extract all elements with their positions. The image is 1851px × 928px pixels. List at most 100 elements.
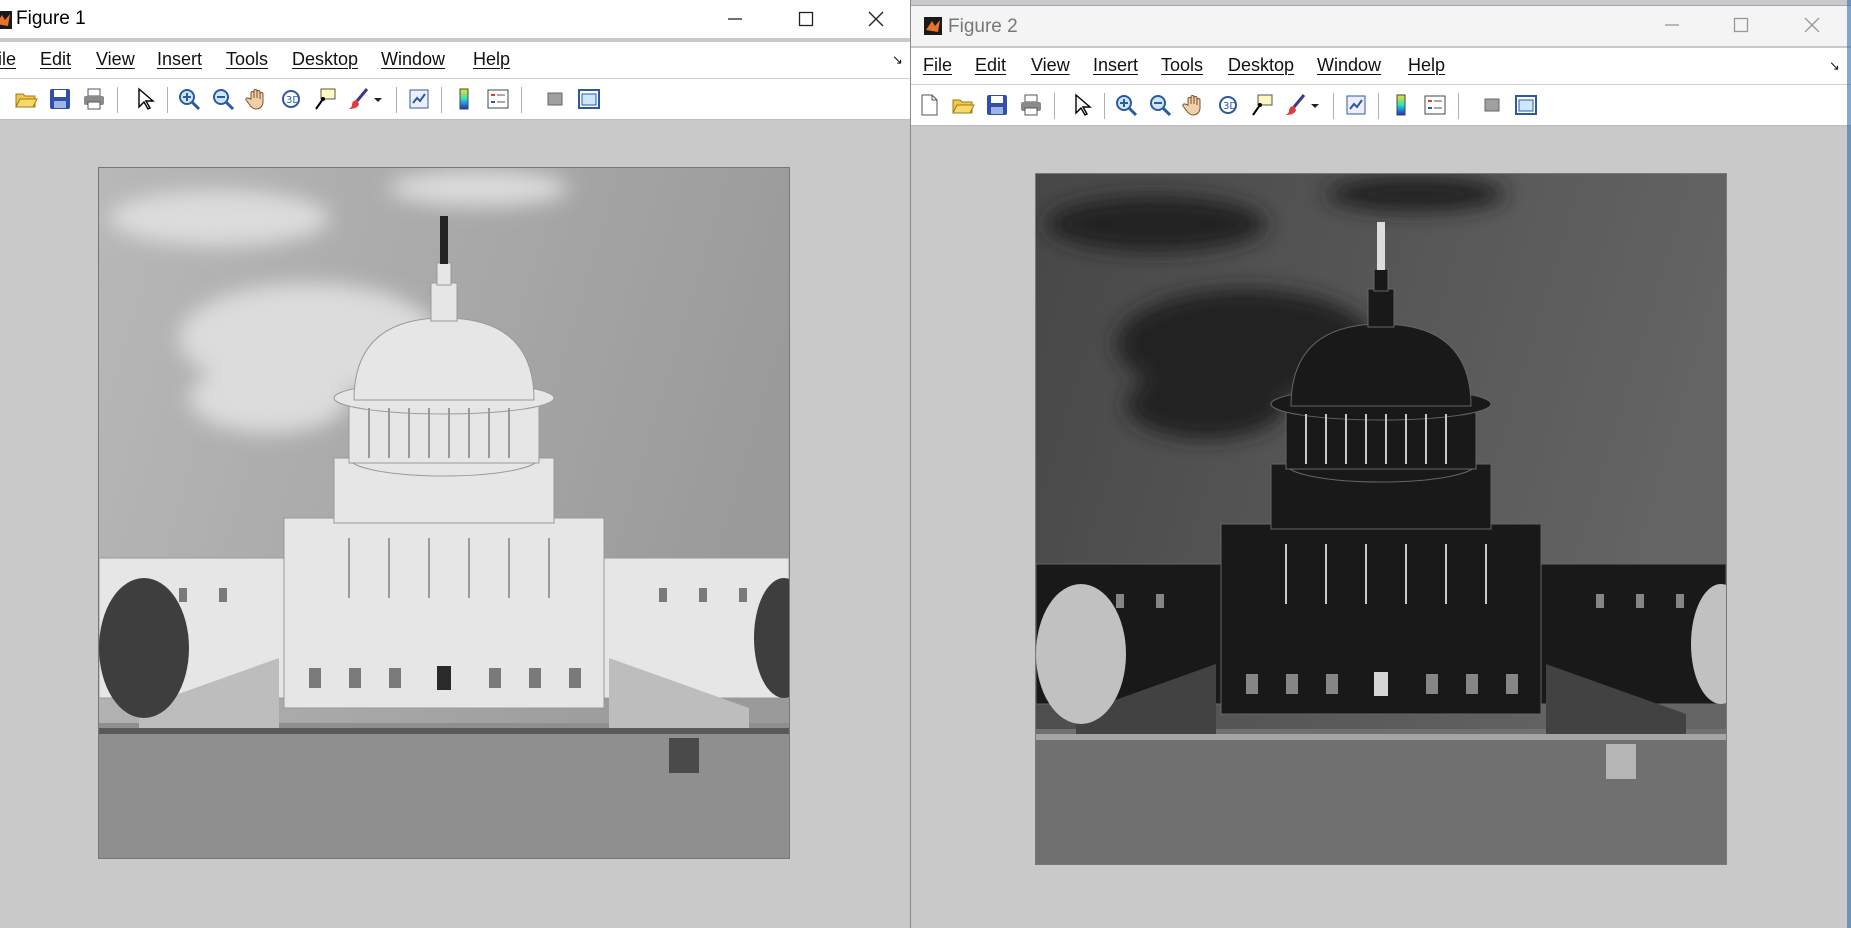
show-tools-icon xyxy=(578,89,600,109)
brush-dropdown[interactable] xyxy=(371,85,385,113)
toolbar-separator xyxy=(1458,93,1459,119)
figure-toolbar: 3D xyxy=(911,85,1851,126)
toolbar-separator xyxy=(117,87,118,113)
menu-insert[interactable]: Insert xyxy=(157,49,202,70)
pan-hand-icon xyxy=(1182,95,1201,116)
print-button[interactable] xyxy=(80,85,108,113)
legend-button[interactable] xyxy=(1421,91,1449,119)
menu-tools[interactable]: Tools xyxy=(226,49,268,70)
menu-tools[interactable]: Tools xyxy=(1161,55,1203,76)
svg-text:3D: 3D xyxy=(286,95,300,106)
menu-window[interactable]: Window xyxy=(381,49,445,70)
dock-figure-button[interactable]: ↘ xyxy=(892,52,903,68)
pointer-icon xyxy=(1075,93,1092,116)
brush-button[interactable] xyxy=(345,85,373,113)
menu-view[interactable]: View xyxy=(1031,55,1070,76)
colorbar-button[interactable] xyxy=(450,85,478,113)
show-plot-tools-button[interactable] xyxy=(1512,91,1540,119)
window-title: Figure 2 xyxy=(948,16,1018,37)
menu-file[interactable]: File xyxy=(923,55,952,76)
data-cursor-button[interactable] xyxy=(311,85,339,113)
zoom-in-button[interactable] xyxy=(1112,91,1140,119)
menu-desktop[interactable]: Desktop xyxy=(1228,55,1294,76)
pan-button[interactable] xyxy=(1180,91,1208,119)
show-plot-tools-button[interactable] xyxy=(575,85,603,113)
window-title: Figure 1 xyxy=(16,8,86,29)
brush-dropdown[interactable] xyxy=(1308,91,1322,119)
menu-insert[interactable]: Insert xyxy=(1093,55,1138,76)
dock-figure-button[interactable]: ↘ xyxy=(1829,58,1840,74)
menubar: ile Edit View Insert Tools Desktop Windo… xyxy=(0,42,910,79)
figure1-image-axes[interactable] xyxy=(98,167,790,859)
menu-help[interactable]: Help xyxy=(473,49,510,70)
colorbar-button[interactable] xyxy=(1387,91,1415,119)
zoom-in-button[interactable] xyxy=(175,85,203,113)
save-button[interactable] xyxy=(983,91,1011,119)
hide-plot-tools-button[interactable] xyxy=(1478,91,1506,119)
link-plot-button[interactable] xyxy=(405,85,433,113)
titlebar[interactable]: Figure 2 xyxy=(911,5,1851,46)
colorbar-icon xyxy=(1396,94,1406,116)
link-plot-button[interactable] xyxy=(1342,91,1370,119)
background-window-edge xyxy=(1847,0,1851,928)
toolbar-separator xyxy=(1333,93,1334,119)
matlab-logo-icon xyxy=(924,17,942,35)
print-button[interactable] xyxy=(1017,91,1045,119)
close-button[interactable] xyxy=(1784,6,1840,44)
legend-icon xyxy=(487,89,509,109)
toolbar-separator xyxy=(396,87,397,113)
save-icon xyxy=(987,95,1007,115)
zoom-out-icon xyxy=(1150,95,1172,117)
colorbar-icon xyxy=(459,88,469,110)
link-plot-icon xyxy=(409,89,429,109)
close-button[interactable] xyxy=(848,0,904,38)
menu-view[interactable]: View xyxy=(96,49,135,70)
brush-icon xyxy=(349,88,369,109)
save-icon xyxy=(50,89,70,109)
maximize-button[interactable] xyxy=(778,0,834,38)
hide-plot-tools-button[interactable] xyxy=(541,85,569,113)
edit-plot-button[interactable] xyxy=(1067,91,1095,119)
menu-edit[interactable]: Edit xyxy=(975,55,1006,76)
menu-edit[interactable]: Edit xyxy=(40,49,71,70)
toolbar-separator xyxy=(521,87,522,113)
save-button[interactable] xyxy=(46,85,74,113)
capitol-grayscale-image xyxy=(99,168,789,858)
figure-toolbar: 3D xyxy=(0,79,910,120)
menubar: File Edit View Insert Tools Desktop Wind… xyxy=(911,48,1851,85)
rotate-3d-icon: 3D xyxy=(1219,96,1237,114)
pan-hand-icon xyxy=(245,89,264,110)
new-figure-button[interactable] xyxy=(915,91,943,119)
toolbar-separator xyxy=(441,87,442,113)
toolbar-separator xyxy=(1378,93,1379,119)
menu-desktop[interactable]: Desktop xyxy=(292,49,358,70)
titlebar[interactable]: Figure 1 xyxy=(0,0,910,38)
minimize-button[interactable] xyxy=(1644,6,1700,44)
maximize-button[interactable] xyxy=(1713,6,1769,44)
menu-window[interactable]: Window xyxy=(1317,55,1381,76)
zoom-out-button[interactable] xyxy=(209,85,237,113)
minimize-button[interactable] xyxy=(707,0,763,38)
menu-file[interactable]: ile xyxy=(0,49,16,70)
toolbar-separator xyxy=(1054,93,1055,119)
legend-button[interactable] xyxy=(484,85,512,113)
rotate-3d-button[interactable]: 3D xyxy=(1214,91,1242,119)
chevron-down-icon xyxy=(374,98,382,102)
data-cursor-button[interactable] xyxy=(1248,91,1276,119)
open-button[interactable] xyxy=(949,91,977,119)
print-icon xyxy=(84,88,104,110)
brush-icon xyxy=(1286,94,1306,115)
zoom-out-button[interactable] xyxy=(1146,91,1174,119)
pan-button[interactable] xyxy=(243,85,271,113)
figure1-window: Figure 1 ile Edit View Insert Tools Desk… xyxy=(0,0,911,928)
open-button[interactable] xyxy=(12,85,40,113)
rotate-3d-button[interactable]: 3D xyxy=(277,85,305,113)
hide-tools-icon xyxy=(1484,98,1500,112)
menu-help[interactable]: Help xyxy=(1408,55,1445,76)
figure2-image-axes[interactable] xyxy=(1035,173,1727,865)
data-cursor-icon xyxy=(1252,94,1273,116)
minimize-icon xyxy=(1665,24,1679,26)
zoom-out-icon xyxy=(213,89,235,111)
brush-button[interactable] xyxy=(1282,91,1310,119)
edit-plot-button[interactable] xyxy=(130,85,158,113)
